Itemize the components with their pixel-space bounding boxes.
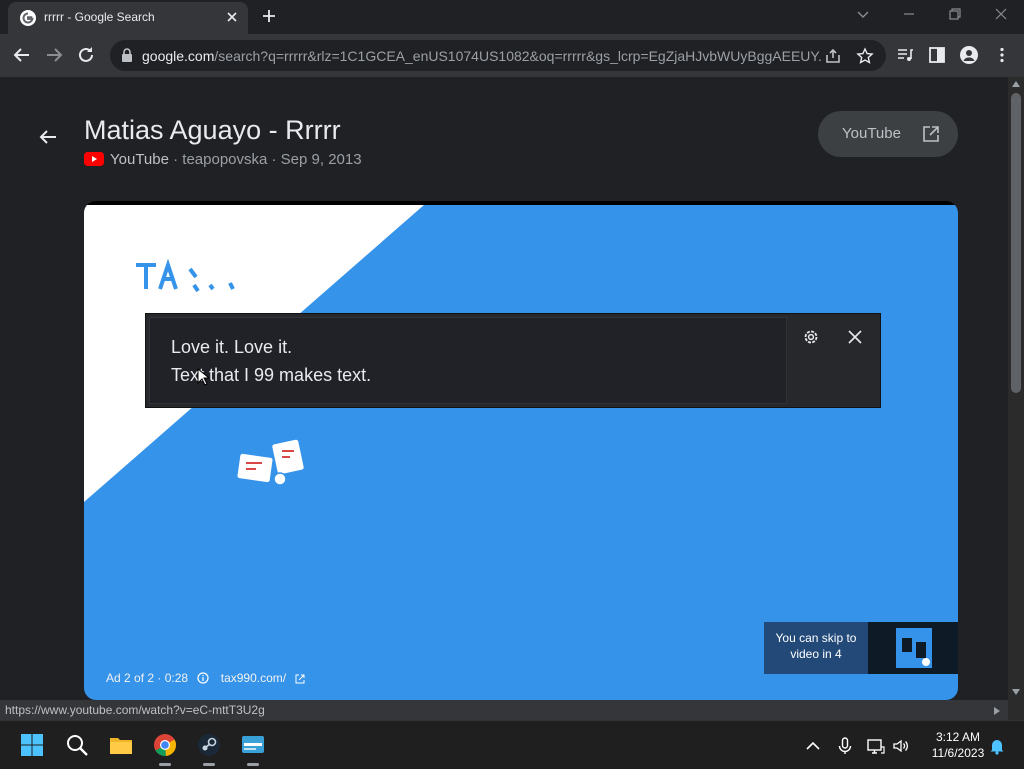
open-youtube-label: YouTube: [842, 125, 901, 142]
clock-date: 11/6/2023: [931, 746, 985, 760]
tab-title: rrrrr - Google Search: [44, 10, 155, 24]
windows-taskbar: 3:12 AM 11/6/2023: [0, 720, 1024, 769]
link-status-bar: https://www.youtube.com/watch?v=eC-mttT3…: [0, 700, 1008, 720]
vertical-scrollbar[interactable]: [1008, 77, 1024, 700]
scrollbar-corner: [1008, 700, 1024, 720]
forward-icon[interactable]: [43, 44, 65, 66]
mouse-cursor-icon: [197, 368, 209, 386]
steam-icon[interactable]: [197, 733, 221, 757]
video-player[interactable]: Ad 2 of 2 · 0:28 tax990.com/ You can ski…: [84, 201, 958, 700]
bookmark-star-icon[interactable]: [856, 47, 874, 65]
side-panel-icon[interactable]: [928, 46, 946, 64]
ad-info: Ad 2 of 2 · 0:28 tax990.com/: [106, 671, 305, 685]
external-link-small-icon: [295, 674, 305, 684]
captions-text-box: Love it. Love it. Text that I 99 makes t…: [149, 317, 787, 404]
youtube-icon: [84, 152, 104, 166]
info-icon[interactable]: [197, 672, 210, 684]
clock-time: 3:12 AM: [935, 730, 981, 744]
close-tab-icon[interactable]: [224, 9, 240, 25]
url-text[interactable]: google.com/search?q=rrrrr&rlz=1C1GCEA_en…: [142, 48, 822, 64]
google-icon: [20, 10, 36, 26]
scrollbar-thumb[interactable]: [1011, 93, 1021, 393]
media-controls-icon[interactable]: [896, 46, 914, 64]
video-meta: YouTube · teapopovska · Sep 9, 2013: [84, 151, 362, 168]
network-icon[interactable]: [867, 737, 885, 755]
browser-tab[interactable]: rrrrr - Google Search: [8, 2, 248, 34]
chevron-up-icon[interactable]: [804, 737, 822, 755]
gear-icon[interactable]: [802, 328, 820, 346]
windows-start-icon[interactable]: [20, 733, 44, 757]
remote-desktop-icon[interactable]: [241, 733, 265, 757]
app-running-indicator: [247, 763, 259, 766]
menu-icon[interactable]: [993, 46, 1011, 64]
caption-line-1: Love it. Love it.: [171, 337, 293, 357]
lock-icon[interactable]: [120, 48, 134, 62]
scroll-up-icon[interactable]: [1012, 81, 1020, 87]
new-tab-icon[interactable]: [260, 7, 278, 25]
ad-label: Ad 2 of 2 · 0:28: [106, 671, 189, 685]
tab-search-icon[interactable]: [855, 6, 871, 22]
skip-ad-countdown[interactable]: You can skip to video in 4: [764, 622, 958, 674]
file-explorer-icon[interactable]: [109, 733, 133, 757]
share-icon[interactable]: [824, 47, 842, 65]
close-window-icon[interactable]: [993, 6, 1009, 22]
close-icon[interactable]: [846, 328, 864, 346]
status-url: https://www.youtube.com/watch?v=eC-mttT3…: [5, 703, 265, 717]
notification-bell-icon[interactable]: [988, 737, 1006, 755]
profile-icon[interactable]: [960, 46, 978, 64]
scroll-down-icon[interactable]: [1012, 689, 1020, 695]
microphone-icon[interactable]: [836, 737, 854, 755]
external-link-icon: [923, 126, 939, 142]
channel-date: · teapopovska · Sep 9, 2013: [173, 151, 362, 168]
skip-text: You can skip to video in 4: [775, 631, 857, 661]
steam-running-indicator: [203, 763, 215, 766]
address-bar[interactable]: google.com/search?q=rrrrr&rlz=1C1GCEA_en…: [110, 40, 886, 71]
chrome-icon[interactable]: [153, 733, 177, 757]
open-youtube-button[interactable]: YouTube: [818, 111, 958, 157]
back-arrow-icon[interactable]: [38, 127, 58, 147]
minimize-icon[interactable]: [901, 6, 917, 22]
ad-illustration: [235, 438, 306, 486]
video-source: YouTube: [110, 151, 169, 168]
chrome-running-indicator: [159, 763, 171, 766]
video-title: Matias Aguayo - Rrrrr: [84, 115, 341, 145]
reload-icon[interactable]: [75, 44, 97, 66]
ad-domain-link[interactable]: tax990.com/: [221, 671, 286, 685]
captions-panel: Love it. Love it. Text that I 99 makes t…: [145, 313, 881, 408]
restore-icon[interactable]: [947, 6, 963, 22]
tab-strip: rrrrr - Google Search: [0, 0, 1024, 34]
back-icon[interactable]: [11, 44, 33, 66]
clock[interactable]: 3:12 AM 11/6/2023: [920, 729, 996, 761]
video-thumbnail: [868, 622, 958, 674]
page-content: Matias Aguayo - Rrrrr YouTube · teapopov…: [0, 77, 1008, 700]
browser-toolbar: google.com/search?q=rrrrr&rlz=1C1GCEA_en…: [0, 34, 1024, 77]
volume-icon[interactable]: [892, 737, 910, 755]
search-icon[interactable]: [65, 733, 89, 757]
advertiser-logo: [136, 258, 235, 293]
scroll-right-icon[interactable]: [994, 707, 1000, 715]
